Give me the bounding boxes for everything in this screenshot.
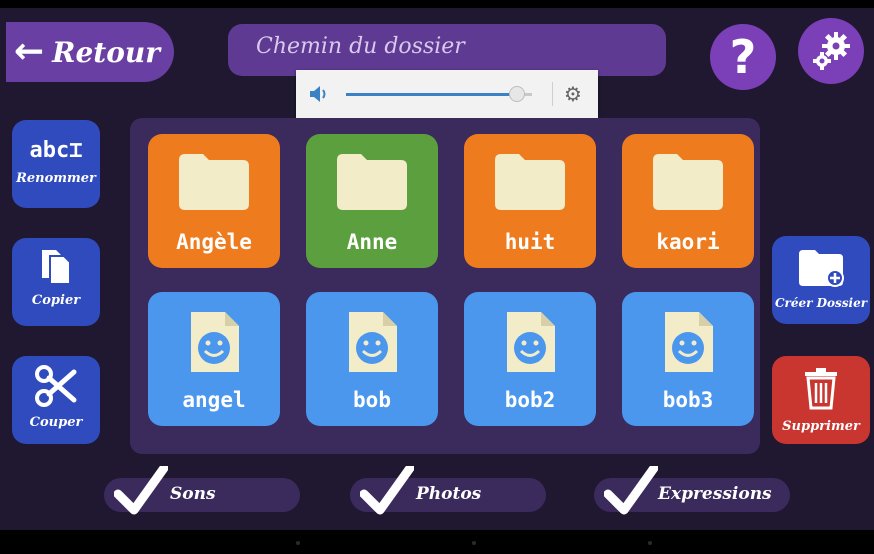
folder-name: huit: [504, 230, 556, 254]
volume-slider-fill: [346, 93, 517, 96]
copy-documents-icon: [12, 246, 100, 286]
nav-dot: [648, 541, 652, 545]
profile-file-tile[interactable]: bob3: [622, 292, 754, 426]
copy-label: Copier: [31, 293, 81, 308]
system-nav-bar: [0, 530, 874, 554]
filter-photos-toggle[interactable]: Photos: [350, 466, 546, 515]
volume-panel: ⚙: [296, 70, 598, 118]
scissors-icon: [12, 364, 100, 408]
volume-slider-thumb[interactable]: [509, 86, 525, 102]
folder-tile[interactable]: huit: [464, 134, 596, 268]
nav-dot: [472, 541, 476, 545]
settings-button[interactable]: [798, 18, 864, 84]
nav-dot: [296, 541, 300, 545]
back-button-label: Retour: [52, 35, 160, 69]
question-mark-icon: ?: [729, 30, 757, 84]
filter-expressions-label: Expressions: [658, 484, 772, 504]
delete-label: Supprimer: [782, 419, 860, 434]
filter-sons-toggle[interactable]: Sons: [104, 466, 300, 515]
folder-tile[interactable]: kaori: [622, 134, 754, 268]
rename-label: Renommer: [16, 171, 96, 186]
create-folder-label: Créer Dossier: [774, 296, 868, 310]
profile-file-tile[interactable]: bob2: [464, 292, 596, 426]
filter-sons-label: Sons: [170, 484, 216, 504]
folder-name: Angèle: [176, 230, 252, 254]
app-screen: ← Retour Chemin du dossier ? ⚙ abc⌶ Reno…: [0, 8, 874, 530]
folder-tile[interactable]: Angèle: [148, 134, 280, 268]
status-strip: [0, 0, 874, 8]
smiley-file-icon: [306, 308, 438, 378]
folder-tile[interactable]: Anne: [306, 134, 438, 268]
volume-divider: [552, 82, 553, 106]
folder-path-field[interactable]: Chemin du dossier: [228, 24, 666, 76]
file-grid: Angèle Anne huit kaori angel bob bob2 bo…: [130, 118, 760, 454]
gears-icon: [813, 32, 850, 70]
profile-name: angel: [182, 388, 246, 412]
delete-button[interactable]: Supprimer: [772, 356, 870, 444]
folder-path-placeholder: Chemin du dossier: [256, 34, 465, 59]
cut-label: Couper: [29, 415, 83, 430]
rename-button[interactable]: abc⌶ Renommer: [12, 120, 100, 208]
profile-file-tile[interactable]: angel: [148, 292, 280, 426]
back-button[interactable]: ← Retour: [6, 22, 174, 82]
profile-name: bob2: [504, 388, 556, 412]
folder-icon: [148, 150, 280, 212]
create-folder-button[interactable]: Créer Dossier: [772, 236, 870, 324]
checkmark-icon: [114, 466, 168, 515]
rename-text-cursor-icon: abc⌶: [29, 138, 83, 163]
cut-button[interactable]: Couper: [12, 356, 100, 444]
help-button[interactable]: ?: [710, 24, 776, 90]
filter-photos-label: Photos: [416, 484, 482, 504]
checkmark-icon: [604, 466, 658, 515]
filter-expressions-toggle[interactable]: Expressions: [594, 466, 790, 515]
profile-name: bob3: [662, 388, 714, 412]
profile-name: bob: [353, 388, 391, 412]
volume-slider[interactable]: [346, 86, 532, 102]
checkmark-icon: [360, 466, 414, 515]
folder-add-icon: [772, 248, 870, 288]
folder-name: Anne: [346, 230, 398, 254]
copy-button[interactable]: Copier: [12, 238, 100, 326]
smiley-file-icon: [148, 308, 280, 378]
speaker-icon: [310, 86, 326, 102]
sound-settings-icon[interactable]: ⚙: [564, 82, 582, 106]
folder-icon: [306, 150, 438, 212]
folder-icon: [622, 150, 754, 212]
arrow-left-icon: ←: [14, 31, 45, 72]
folder-icon: [464, 150, 596, 212]
trash-icon: [772, 366, 870, 410]
smiley-file-icon: [464, 308, 596, 378]
profile-file-tile[interactable]: bob: [306, 292, 438, 426]
folder-name: kaori: [656, 230, 720, 254]
smiley-file-icon: [622, 308, 754, 378]
